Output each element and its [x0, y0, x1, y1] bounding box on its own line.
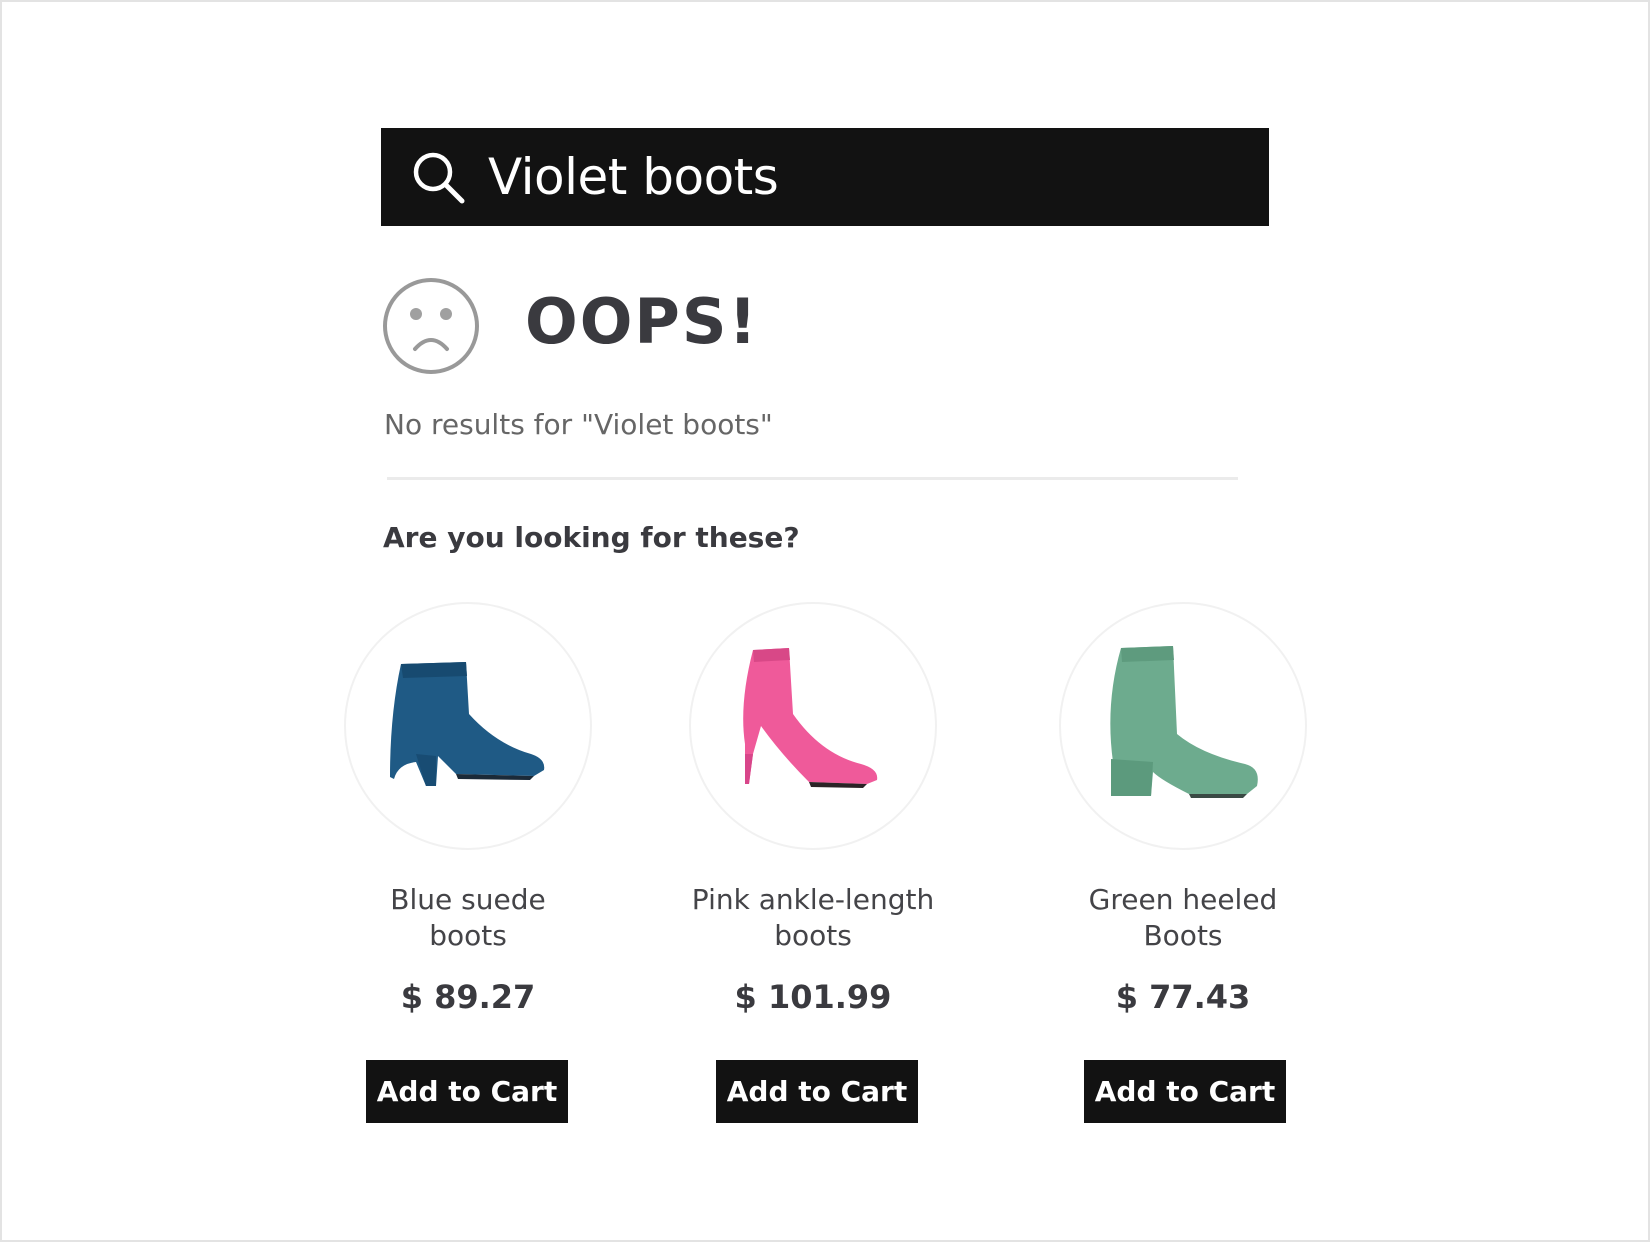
suggestions-heading: Are you looking for these? — [383, 521, 800, 554]
search-icon[interactable] — [411, 150, 467, 206]
product-card: Green heeled Boots $ 77.43 Add to Cart — [1033, 602, 1333, 1123]
green-heeled-boot-image — [1110, 646, 1258, 798]
product-card: Pink ankle-length boots $ 101.99 Add to … — [663, 602, 963, 1123]
add-to-cart-button[interactable]: Add to Cart — [366, 1060, 568, 1123]
divider — [387, 477, 1238, 480]
search-bar[interactable]: Violet boots — [381, 128, 1269, 226]
product-price: $ 77.43 — [1115, 978, 1251, 1016]
product-name[interactable]: Green heeled Boots — [1033, 882, 1333, 954]
product-image-frame[interactable] — [344, 602, 592, 850]
add-to-cart-button[interactable]: Add to Cart — [1084, 1060, 1286, 1123]
product-image-frame[interactable] — [689, 602, 937, 850]
empty-state-title: OOPS! — [525, 285, 759, 358]
product-name-line[interactable]: boots — [774, 919, 852, 952]
product-name[interactable]: Pink ankle-length boots — [663, 882, 963, 954]
product-price: $ 101.99 — [734, 978, 892, 1016]
product-name[interactable]: Blue suede boots — [318, 882, 618, 954]
product-price: $ 89.27 — [400, 978, 536, 1016]
pink-ankle-boot-image — [743, 648, 878, 788]
no-results-message: No results for "Violet boots" — [384, 408, 773, 441]
product-card: Blue suede boots $ 89.27 Add to Cart — [318, 602, 618, 1123]
product-name-line[interactable]: Blue suede — [390, 883, 545, 916]
product-name-line[interactable]: Green heeled — [1089, 883, 1278, 916]
blue-suede-boot-image — [390, 662, 545, 786]
search-input[interactable]: Violet boots — [488, 128, 779, 226]
product-name-line[interactable]: boots — [429, 919, 507, 952]
product-name-line[interactable]: Boots — [1143, 919, 1222, 952]
product-name-line[interactable]: Pink ankle-length — [692, 883, 934, 916]
product-image-frame[interactable] — [1059, 602, 1307, 850]
add-to-cart-button[interactable]: Add to Cart — [716, 1060, 918, 1123]
sad-face-icon — [383, 278, 479, 374]
